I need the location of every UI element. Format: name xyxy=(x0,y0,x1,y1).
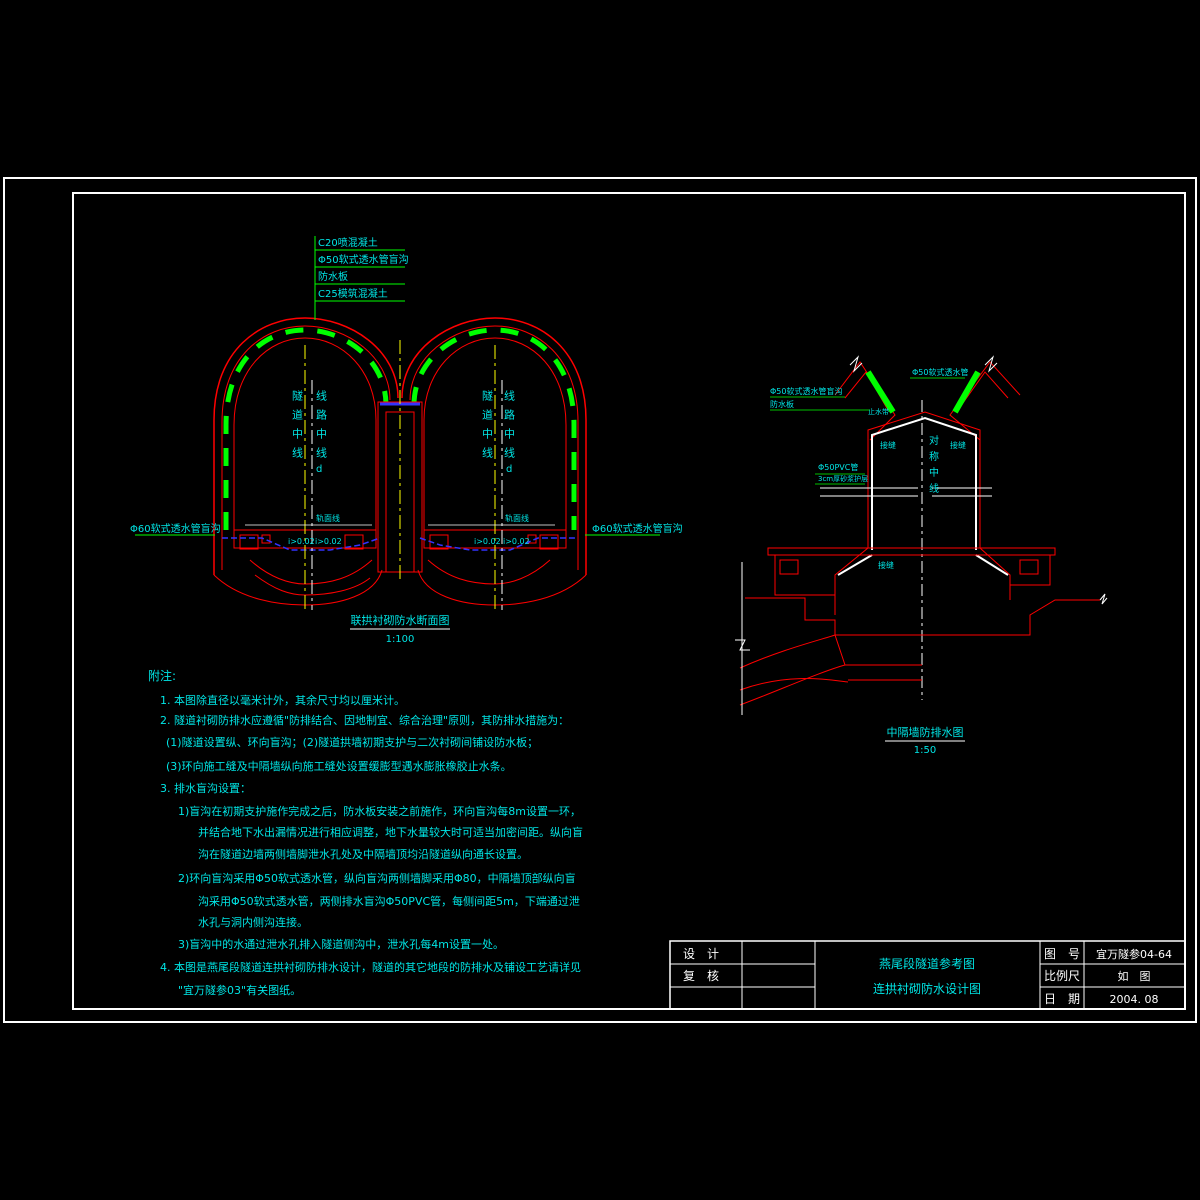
note-line-14: "宜万隧参03"有关图纸。 xyxy=(178,983,301,997)
tb-project-title: 燕尾段隧道参考图 xyxy=(879,956,975,971)
left-route-center-label: 线路中线 xyxy=(315,389,328,466)
note-line-10: 沟采用Φ50软式透水管，两侧排水盲沟Φ50PVC管，每侧间距5m，下端通过泄 xyxy=(198,894,580,908)
outer-frame xyxy=(3,177,1197,1023)
tb-design-label: 设 计 xyxy=(683,947,719,961)
note-line-13: 4. 本图是燕尾段隧道连拱衬砌防排水设计，隧道的其它地段的防排水及铺设工艺请详见 xyxy=(160,960,581,974)
twin-arch-section: C20喷混凝土 Φ50软式透水管盲沟 防水板 C25模筑混凝土 Φ60软式透水管… xyxy=(130,236,683,645)
callout-c20: C20喷混凝土 xyxy=(318,236,378,249)
tb-date-value: 2004. 08 xyxy=(1110,993,1159,1006)
note-line-12: 3)盲沟中的水通过泄水孔排入隧道侧沟中，泄水孔每4m设置一处。 xyxy=(178,937,504,951)
tb-review-label: 复 核 xyxy=(683,969,719,983)
callout-waterproof-sheet: 防水板 xyxy=(318,270,348,283)
note-line-11: 水孔与洞内侧沟连接。 xyxy=(198,915,308,929)
detail-break-left xyxy=(849,355,863,373)
right-rail-level-label: 轨面线 xyxy=(505,513,529,523)
detail-callout-mortar: 3cm厚砂浆护层 xyxy=(818,474,868,483)
notes-heading: 附注: xyxy=(148,668,176,683)
note-line-5: 3. 排水盲沟设置： xyxy=(160,781,251,795)
cad-drawing: C20喷混凝土 Φ50软式透水管盲沟 防水板 C25模筑混凝土 Φ60软式透水管… xyxy=(3,177,1197,1023)
detail-joint-right: 接缝 xyxy=(950,440,966,450)
detail-invert-3 xyxy=(739,678,849,691)
callout-c25: C25模筑混凝土 xyxy=(318,287,388,300)
note-line-6: 1)盲沟在初期支护施作完成之后，防水板安装之前施作，环向盲沟每8m设置一环， xyxy=(178,804,581,818)
left-ditch-1 xyxy=(239,534,271,550)
note-line-7: 并结合地下水出漏情况进行相应调整，地下水量较大时可适当加密间距。纵向盲 xyxy=(198,825,583,839)
right-tunnel-center-label: 隧道中线 xyxy=(481,389,494,466)
detail-invert-1 xyxy=(739,634,846,706)
note-line-3: (1)隧道设置纵、环向盲沟；(2)隧道拱墙初期支护与二次衬砌间铺设防水板； xyxy=(166,735,538,749)
left-drain-label: Φ60软式透水管盲沟 xyxy=(130,522,221,535)
left-d-mark: d xyxy=(316,464,322,475)
tb-drawing-title: 连拱衬砌防水设计图 xyxy=(873,981,981,996)
tb-scale-value: 如 图 xyxy=(1118,969,1151,983)
tb-date-label: 日 期 xyxy=(1044,992,1080,1006)
detail-joint-left: 接缝 xyxy=(880,440,896,450)
right-route-center-label: 线路中线 xyxy=(503,389,516,466)
slope-label-a: i>0.02 xyxy=(288,537,315,546)
detail-joint-bottom: 接缝 xyxy=(878,560,894,570)
left-invert-inner xyxy=(249,559,373,585)
slope-label-c: i>0.02 xyxy=(474,537,501,546)
right-d-mark: d xyxy=(506,464,512,475)
detail-callout-pvc: Φ50PVC管 xyxy=(818,462,858,472)
slope-label-b: i>0.02 xyxy=(315,537,342,546)
right-ditch-2 xyxy=(527,534,559,550)
note-line-9: 2)环向盲沟采用Φ50软式透水管，纵向盲沟两侧墙脚采用Φ80，中隔墙顶部纵向盲 xyxy=(178,871,576,885)
detail-lower-waterproof xyxy=(837,554,1009,576)
detail-callout-sheet: 防水板 xyxy=(770,399,794,409)
tb-drawing-no-label: 图 号 xyxy=(1044,947,1080,961)
detail-invert-2 xyxy=(845,664,922,681)
detail-scale: 1:50 xyxy=(914,745,936,756)
title-block: 设 计 复 核 燕尾段隧道参考图 连拱衬砌防水设计图 图 号 宜万隧参04-64… xyxy=(669,940,1186,1010)
detail-right-ditch xyxy=(1010,555,1051,586)
tb-scale-label: 比例尺 xyxy=(1044,969,1080,983)
slope-label-d: i>0.02 xyxy=(503,537,530,546)
detail-waterproof-line xyxy=(871,416,977,550)
main-section-title: 联拱衬砌防水断面图 xyxy=(351,613,450,627)
note-line-1: 1. 本图除直径以毫米计外，其余尺寸均以厘米计。 xyxy=(160,693,405,707)
right-arch-waterproof-strip xyxy=(411,327,577,530)
left-arch-waterproof-strip xyxy=(223,327,389,530)
detail-title: 中隔墙防排水图 xyxy=(887,725,964,739)
detail-sym-label: 对称中线 xyxy=(927,434,939,499)
detail-callout-waterstop: 止水带 xyxy=(868,407,889,416)
notes: 附注: 1. 本图除直径以毫米计外，其余尺寸均以厘米计。 2. 隧道衬砌防排水应… xyxy=(148,668,583,997)
detail-left-green xyxy=(865,370,896,414)
left-tunnel-center-label: 隧道中线 xyxy=(291,389,304,466)
right-invert-inner xyxy=(427,559,551,585)
middle-wall-detail: Φ50软式透水管盲沟 防水板 止水带 Φ50软式透水管 Φ50PVC管 3cm厚… xyxy=(735,355,1108,756)
detail-callout-pipe: Φ50软式透水管 xyxy=(912,367,968,377)
left-rail-level-label: 轨面线 xyxy=(316,513,340,523)
callout-phi50-drain: Φ50软式透水管盲沟 xyxy=(318,253,409,266)
note-line-4: (3)环向施工缝及中隔墙纵向施工缝处设置缓膨型遇水膨胀橡胶止水条。 xyxy=(166,759,512,773)
note-line-8: 沟在隧道边墙两侧墙脚泄水孔处及中隔墙顶均沿隧道纵向通长设置。 xyxy=(198,847,528,861)
detail-break-right xyxy=(984,355,998,373)
detail-break-right-edge xyxy=(1099,593,1108,605)
detail-callout-drain: Φ50软式透水管盲沟 xyxy=(770,386,842,396)
detail-left-ditch xyxy=(774,555,835,596)
left-tunnel-primary-lining xyxy=(221,325,391,570)
detail-base-slab xyxy=(767,547,1056,556)
inner-frame xyxy=(72,192,1186,1010)
left-invert-outer xyxy=(213,569,383,606)
tb-drawing-no: 宜万隧参04-64 xyxy=(1096,947,1172,961)
right-drain-label: Φ60软式透水管盲沟 xyxy=(592,522,683,535)
note-line-2: 2. 隧道衬砌防排水应遵循"防排结合、因地制宜、综合治理"原则，其防排水措施为： xyxy=(160,713,569,727)
main-section-scale: 1:100 xyxy=(386,634,415,645)
right-tunnel-primary-lining xyxy=(409,325,579,570)
